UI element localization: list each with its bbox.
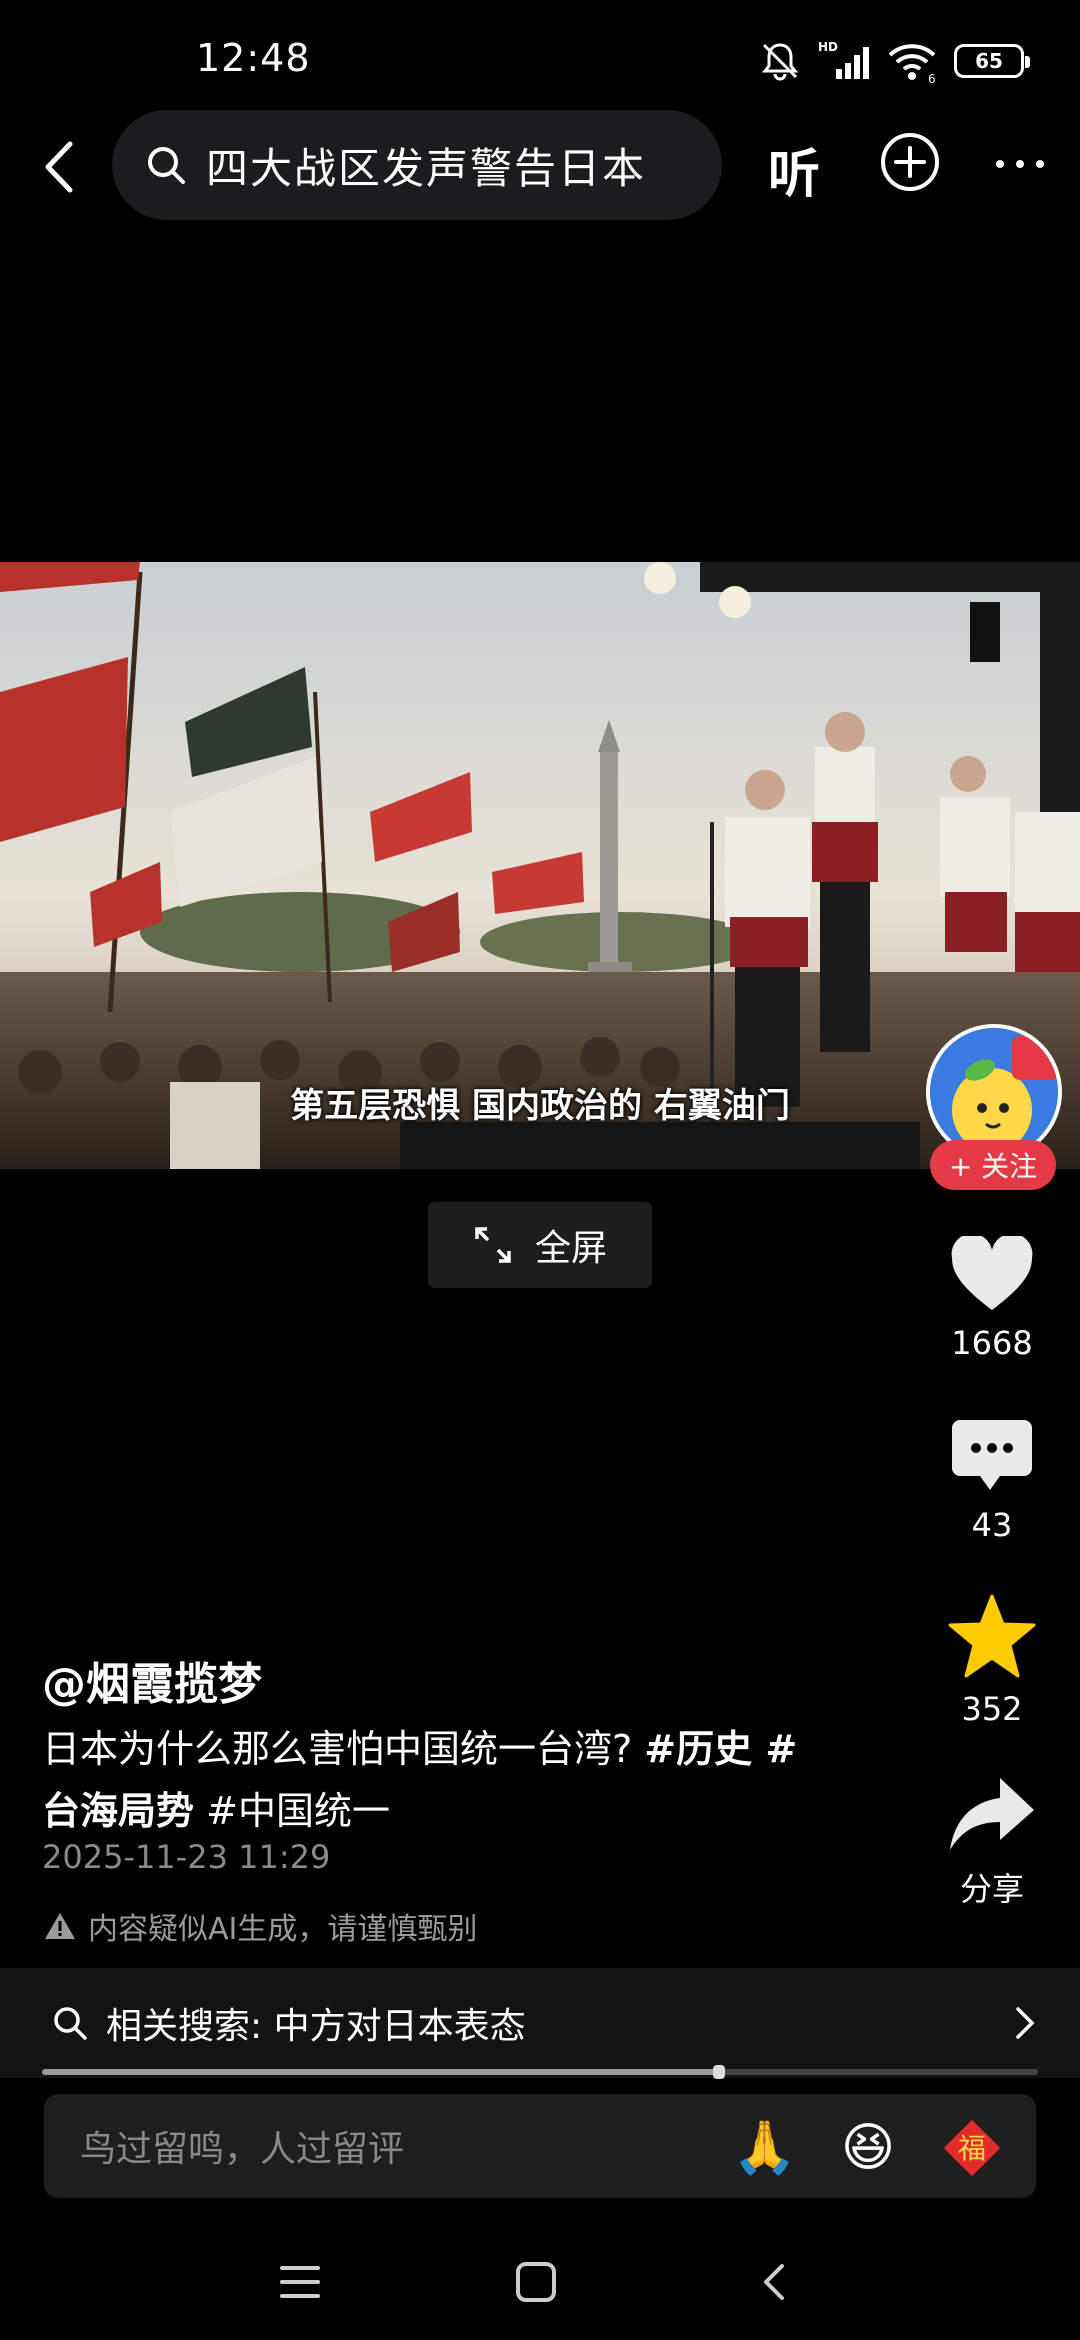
related-search-label: 相关搜索: 中方对日本表态 xyxy=(106,2006,526,2047)
fullscreen-button[interactable]: 全屏 xyxy=(428,1202,652,1288)
menu-icon[interactable] xyxy=(278,2262,322,2302)
like-button[interactable]: 1668 xyxy=(930,1233,1054,1362)
comment-icon xyxy=(952,1420,1032,1490)
comment-count: 43 xyxy=(971,1506,1013,1544)
laugh-emoji-button[interactable]: 😆 xyxy=(838,2118,898,2178)
fu-icon: 福 xyxy=(943,2119,1001,2177)
progress-fill xyxy=(42,2069,720,2075)
expand-icon xyxy=(475,1227,511,1263)
chevron-right-icon xyxy=(1016,2007,1035,2039)
caption-text: 日本为什么那么害怕中国统一台湾? xyxy=(42,1727,645,1771)
post-caption: 日本为什么那么害怕中国统一台湾? #历史 # 台海局势 #中国统一 xyxy=(42,1718,872,1842)
comment-placeholder: 鸟过留鸣，人过留评 xyxy=(80,2129,405,2170)
wifi-icon: 6 xyxy=(888,44,936,83)
svg-text:6: 6 xyxy=(928,72,936,83)
home-icon[interactable] xyxy=(514,2260,558,2304)
battery-level: 65 xyxy=(975,49,1003,73)
more-icon[interactable] xyxy=(990,146,1050,182)
ai-content-notice: 内容疑似AI生成，请谨慎甄别 xyxy=(44,1904,477,1948)
listen-button[interactable]: 听 xyxy=(768,132,820,207)
share-arrow-icon xyxy=(950,1778,1034,1850)
fortune-emoji-button[interactable]: 福 xyxy=(942,2118,1002,2178)
hashtag-taiwan-strait[interactable]: 台海局势 xyxy=(42,1789,194,1833)
hashtag-reunification[interactable]: #中国统一 xyxy=(206,1789,390,1833)
fullscreen-label: 全屏 xyxy=(534,1228,607,1269)
related-search-bar[interactable]: 相关搜索: 中方对日本表态 xyxy=(0,1968,1080,2078)
add-icon[interactable] xyxy=(878,130,942,194)
star-icon xyxy=(948,1594,1036,1678)
battery-indicator: 65 xyxy=(954,44,1030,78)
svg-text:HD: HD xyxy=(818,40,838,54)
playback-progress[interactable] xyxy=(42,2065,1038,2079)
search-bar[interactable]: 四大战区发声警告日本 xyxy=(112,110,722,220)
top-nav: 四大战区发声警告日本 听 xyxy=(0,110,1080,220)
heart-icon xyxy=(951,1233,1033,1310)
svg-text:福: 福 xyxy=(958,2132,986,2165)
like-count: 1668 xyxy=(951,1324,1033,1362)
system-nav-bar xyxy=(0,2240,1080,2340)
search-icon xyxy=(54,2007,87,2040)
share-label: 分享 xyxy=(959,1870,1024,1908)
signal-icon: HD xyxy=(818,40,869,79)
status-icons: HD 6 65 xyxy=(758,38,1030,84)
comment-button[interactable]: 43 xyxy=(930,1416,1054,1544)
status-bar: 12:48 HD 6 65 xyxy=(0,0,1080,120)
video-subtitle: 第五层恐惧 国内政治的 右翼油门 xyxy=(290,1086,790,1126)
search-query: 四大战区发声警告日本 xyxy=(206,143,647,193)
back-icon[interactable] xyxy=(26,132,96,202)
author-username[interactable]: @烟霞揽梦 xyxy=(42,1648,262,1712)
status-time: 12:48 xyxy=(196,36,311,80)
nav-back-icon[interactable] xyxy=(758,2260,788,2304)
share-button[interactable]: 分享 xyxy=(930,1776,1054,1910)
warning-icon xyxy=(45,1913,75,1939)
bell-muted-icon xyxy=(761,43,799,81)
pray-emoji-button[interactable]: 🙏 xyxy=(732,2118,797,2178)
favorite-count: 352 xyxy=(961,1690,1023,1728)
progress-handle[interactable] xyxy=(713,2065,726,2079)
post-date: 2025-11-23 11:29 xyxy=(42,1838,331,1876)
search-icon xyxy=(148,147,185,184)
ai-notice-text: 内容疑似AI生成，请谨慎甄别 xyxy=(88,1912,478,1947)
hashtag-history[interactable]: #历史 # xyxy=(644,1727,797,1771)
follow-button[interactable]: + 关注 xyxy=(930,1140,1056,1190)
favorite-button[interactable]: 352 xyxy=(930,1594,1054,1728)
